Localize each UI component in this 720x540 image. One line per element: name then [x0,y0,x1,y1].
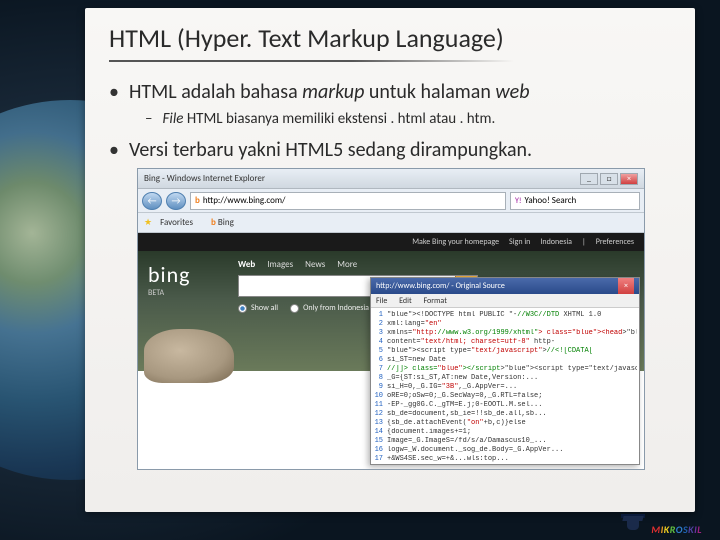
bullet-1-web: web [495,80,529,104]
source-code-body: 1"blue"><!DOCTYPE html PUBLIC "-//W3C//D… [371,308,639,462]
url-text: http://www.bing.com/ [203,193,286,209]
radio-indonesia[interactable] [290,304,299,313]
nav-web[interactable]: Web [238,259,255,270]
radio-showall-label: Show all [251,303,278,313]
bullet-1-text-a: HTML adalah bahasa [129,80,302,104]
provider-name: Yahoo! Search [525,193,577,209]
bullet-2-text: Versi terbaru yakni HTML5 sedang dirampu… [129,138,532,162]
url-field[interactable]: bhttp://www.bing.com/ [190,192,506,210]
source-titlebar: http://www.bing.com/ - Original Source × [371,278,639,294]
screenshot-browser: Bing - Windows Internet Explorer _ □ × ←… [137,168,645,470]
make-homepage-link[interactable]: Make Bing your homepage [412,237,499,247]
brand-text: MIKROSKIL [651,523,702,536]
hero-animal-image [144,329,234,383]
preferences-link[interactable]: Preferences [596,237,634,247]
grad-cap-icon [619,514,647,536]
footer-logo: MIKROSKIL [619,514,702,536]
bullet-1-sub: File HTML biasanya memiliki ekstensi . h… [145,110,671,128]
signin-link[interactable]: Sign in [509,237,530,247]
nav-more[interactable]: More [337,259,357,270]
bullet-1-sub-file: File [162,110,183,128]
bullet-1-text-c: untuk halaman [364,80,495,104]
provider-search[interactable]: Y!Yahoo! Search [510,192,640,210]
menu-edit[interactable]: Edit [399,296,412,306]
search-scope: Show all Only from Indonesia [238,303,369,313]
slide-panel: HTML (Hyper. Text Markup Language) HTML … [85,8,695,512]
favorites-label[interactable]: Favorites [160,217,193,228]
bullet-1-sub-text: HTML biasanya memiliki ekstensi . html a… [183,110,495,128]
back-button[interactable]: ← [142,192,162,210]
minimize-button[interactable]: _ [580,173,598,185]
nav-news[interactable]: News [305,259,325,270]
title-underline [109,60,514,62]
tab-favicon-icon: b [211,217,216,228]
source-title-text: http://www.bing.com/ - Original Source [376,278,505,294]
menu-format[interactable]: Format [423,296,446,306]
page-content: Make Bing your homepage Sign in Indonesi… [138,233,644,470]
favorites-bar: ★ Favorites b Bing [138,213,644,233]
star-icon[interactable]: ★ [144,217,152,228]
bullet-2: Versi terbaru yakni HTML5 sedang dirampu… [109,138,671,162]
source-close-button[interactable]: × [618,278,634,294]
window-buttons: _ □ × [580,173,638,185]
browser-window-title: Bing - Windows Internet Explorer [144,173,265,184]
forward-button[interactable]: → [166,192,186,210]
radio-indonesia-label: Only from Indonesia [303,303,369,313]
source-menubar: File Edit Format [371,294,639,308]
close-button[interactable]: × [620,173,638,185]
bing-favicon-icon: b [195,193,200,209]
maximize-button[interactable]: □ [600,173,618,185]
yahoo-icon: Y! [515,193,522,209]
browser-titlebar: Bing - Windows Internet Explorer _ □ × [138,169,644,189]
bing-topbar: Make Bing your homepage Sign in Indonesi… [138,233,644,251]
source-window: http://www.bing.com/ - Original Source ×… [370,277,640,465]
menu-file[interactable]: File [376,296,387,306]
radio-showall[interactable] [238,304,247,313]
bullet-1-markup: markup [302,80,364,104]
location-link[interactable]: Indonesia [540,237,572,247]
tab-bing[interactable]: b Bing [211,217,234,228]
bullet-1: HTML adalah bahasa markup untuk halaman … [109,80,671,104]
bing-nav: Web Images News More [238,259,357,270]
address-bar-row: ← → bhttp://www.bing.com/ Y!Yahoo! Searc… [138,189,644,213]
slide-title: HTML (Hyper. Text Markup Language) [109,22,671,60]
nav-images[interactable]: Images [267,259,293,270]
